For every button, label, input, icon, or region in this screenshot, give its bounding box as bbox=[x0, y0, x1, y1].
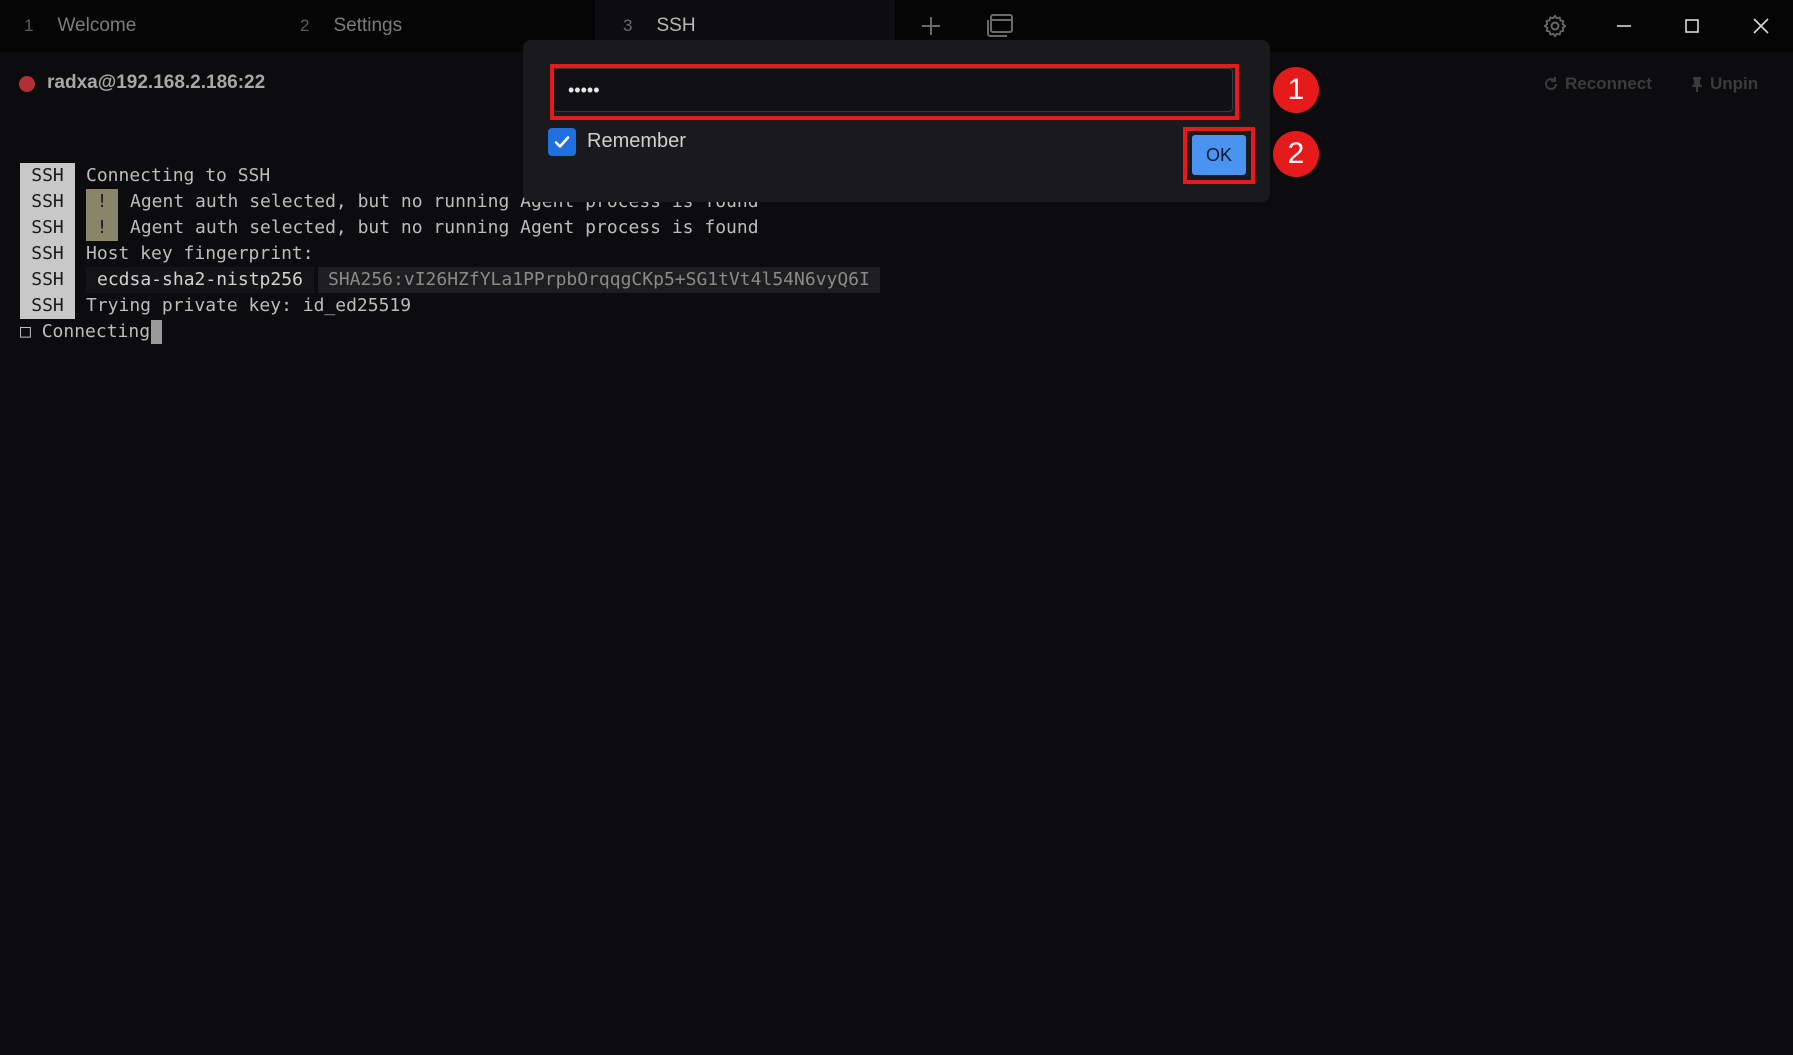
terminal-line: □ Connecting bbox=[20, 319, 1780, 345]
remember-checkbox[interactable] bbox=[548, 128, 576, 156]
gear-icon[interactable] bbox=[1539, 10, 1571, 42]
connecting-status: □ Connecting bbox=[20, 319, 163, 345]
ssh-badge: SSH bbox=[20, 267, 75, 293]
password-dialog: Remember OK bbox=[523, 40, 1270, 202]
tab-label: SSH bbox=[656, 15, 696, 36]
connection-status-dot bbox=[19, 76, 35, 92]
close-icon[interactable] bbox=[1745, 10, 1777, 42]
window-stack-icon[interactable] bbox=[984, 10, 1016, 42]
unpin-label: Unpin bbox=[1710, 74, 1759, 93]
spinner-icon: □ bbox=[20, 321, 31, 342]
maximize-icon[interactable] bbox=[1676, 10, 1708, 42]
reconnect-icon bbox=[1545, 77, 1557, 90]
annotation-marker-2: 2 bbox=[1273, 131, 1319, 177]
reconnect-button[interactable]: Reconnect bbox=[1543, 73, 1652, 95]
terminal-line: SSH Trying private key: id_ed25519 bbox=[20, 293, 1780, 319]
unpin-button[interactable]: Unpin bbox=[1690, 73, 1758, 95]
connecting-text: Connecting bbox=[41, 321, 151, 342]
terminal-text: Host key fingerprint: bbox=[86, 243, 314, 264]
warning-mark: ! bbox=[86, 215, 118, 241]
terminal-line: SSH Host key fingerprint: bbox=[20, 241, 1780, 267]
terminal-line: SSH ! Agent auth selected, but no runnin… bbox=[20, 215, 1780, 241]
tab-welcome[interactable]: 1 Welcome bbox=[0, 0, 290, 52]
reconnect-label: Reconnect bbox=[1565, 74, 1652, 93]
ssh-badge: SSH bbox=[20, 215, 75, 241]
terminal-text: Connecting to SSH bbox=[86, 165, 271, 186]
ssh-badge: SSH bbox=[20, 189, 75, 215]
highlight-box-1 bbox=[550, 64, 1239, 120]
remember-label: Remember bbox=[587, 130, 686, 152]
ssh-badge: SSH bbox=[20, 163, 75, 189]
terminal-text: Trying private key: id_ed25519 bbox=[86, 295, 412, 316]
tab-number: 2 bbox=[300, 16, 310, 35]
tab-label: Settings bbox=[333, 15, 403, 36]
pin-icon bbox=[1692, 77, 1702, 92]
terminal-cursor bbox=[151, 320, 163, 344]
fingerprint-type: ecdsa-sha2-nistp256 bbox=[86, 267, 314, 293]
tab-label: Welcome bbox=[57, 15, 137, 36]
plus-icon[interactable] bbox=[915, 10, 947, 42]
highlight-box-2 bbox=[1183, 127, 1255, 184]
terminal-line: SSH ecdsa-sha2-nistp256 SHA256:vI26HZfYL… bbox=[20, 267, 1780, 293]
fingerprint-hash: SHA256:vI26HZfYLa1PPrpbOrqqgCKp5+SG1tVt4… bbox=[318, 267, 880, 293]
annotation-marker-1: 1 bbox=[1273, 67, 1319, 113]
ssh-badge: SSH bbox=[20, 241, 75, 267]
checkmark-icon bbox=[554, 136, 570, 148]
host-label: radxa@192.168.2.186:22 bbox=[47, 72, 266, 93]
warning-mark: ! bbox=[86, 189, 118, 215]
ssh-badge: SSH bbox=[20, 293, 75, 319]
tab-number: 1 bbox=[24, 16, 34, 35]
terminal-text: Agent auth selected, but no running Agen… bbox=[130, 217, 759, 238]
tab-number: 3 bbox=[623, 16, 633, 35]
minimize-icon[interactable] bbox=[1608, 10, 1640, 42]
app-window: 1 Welcome 2 Settings 3 SSH radxa@192.168… bbox=[0, 0, 1793, 1055]
